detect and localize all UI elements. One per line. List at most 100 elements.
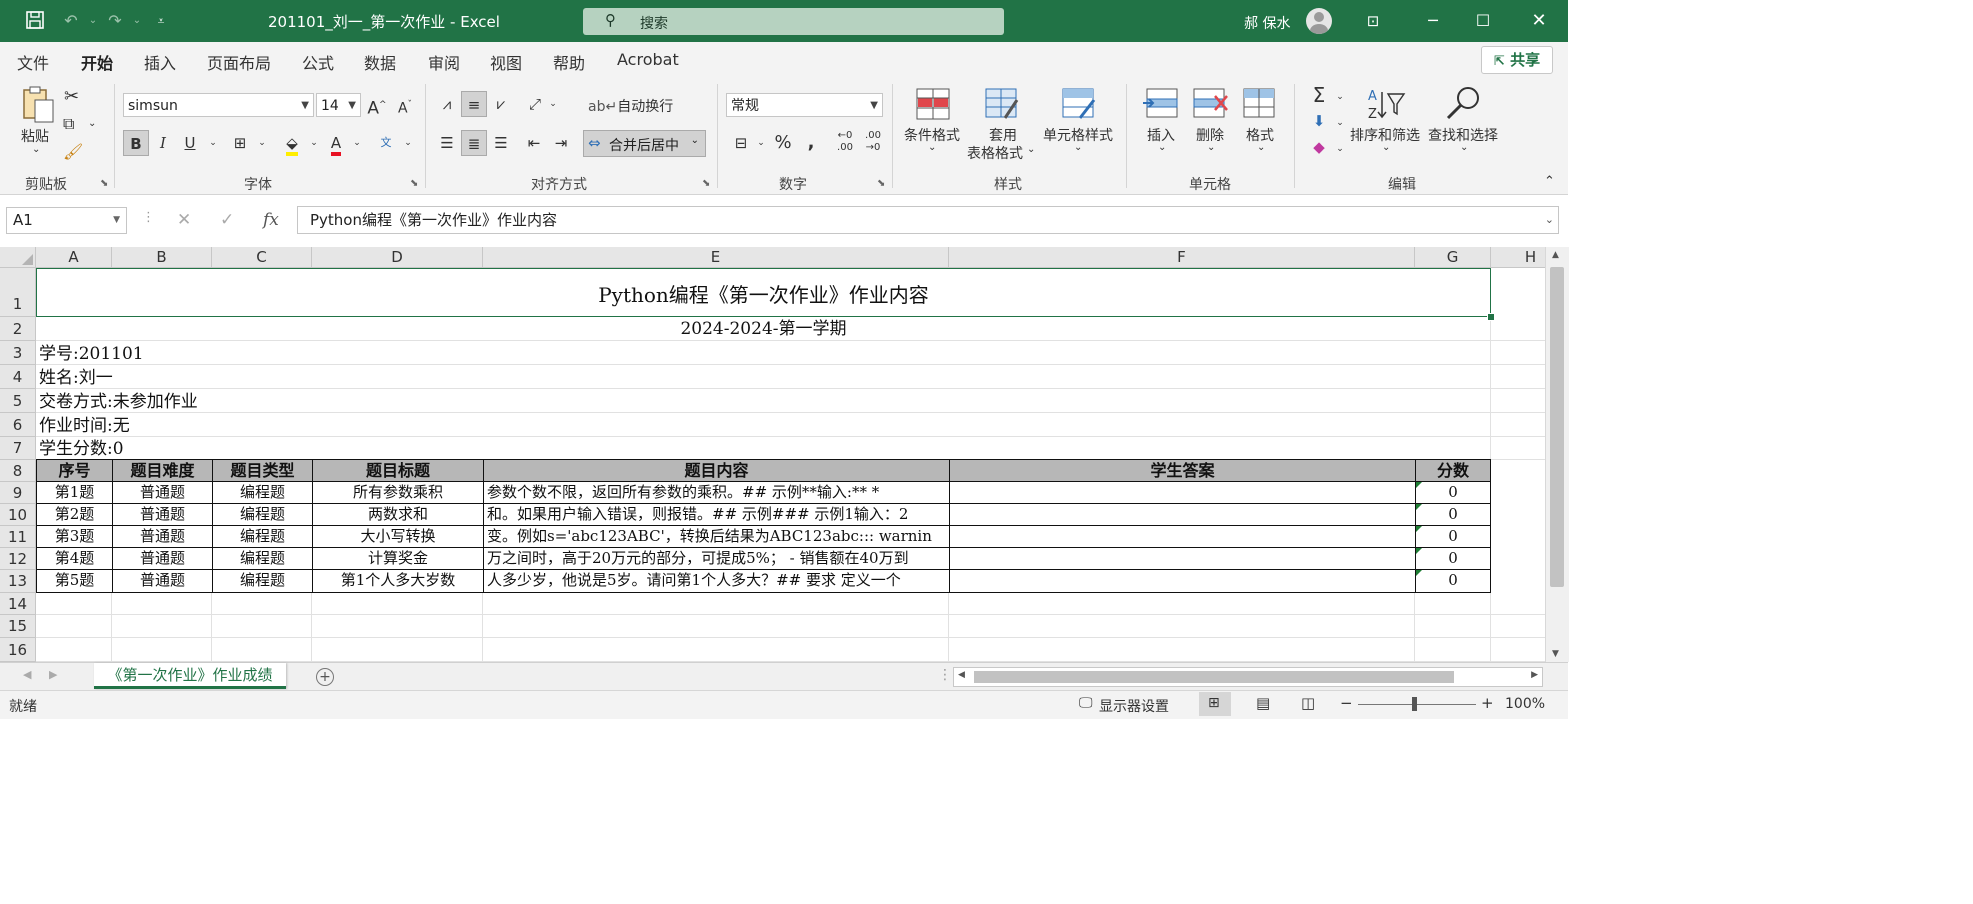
paste-dropdown-icon[interactable]: ⌄ <box>32 144 40 155</box>
homework-time-cell[interactable]: 作业时间:无 <box>39 413 130 437</box>
table-cell[interactable]: 普通题 <box>112 481 213 504</box>
zoom-slider[interactable] <box>1358 704 1476 705</box>
table-header-cell[interactable]: 题目内容 <box>483 459 950 482</box>
save-icon[interactable] <box>24 10 46 32</box>
next-sheet-icon[interactable]: ▶ <box>49 668 57 681</box>
table-header-cell[interactable]: 序号 <box>36 459 113 482</box>
cancel-icon[interactable]: ✕ <box>177 210 191 230</box>
score-cell[interactable]: 0 <box>1415 569 1491 593</box>
tab-insert[interactable]: 插入 <box>144 50 176 74</box>
table-cell[interactable] <box>949 569 1416 593</box>
bold-button[interactable]: B <box>123 130 149 156</box>
font-color-dropdown-icon[interactable]: ⌄ <box>344 130 370 156</box>
column-header-c[interactable]: C <box>212 247 312 268</box>
align-middle-icon[interactable]: ≡ <box>461 91 487 117</box>
prev-sheet-icon[interactable]: ◀ <box>23 668 31 681</box>
row-header-14[interactable]: 14 <box>0 593 36 615</box>
table-header-cell[interactable]: 分数 <box>1415 459 1491 482</box>
chevron-down-icon[interactable]: ⌄ <box>1382 142 1390 153</box>
score-cell[interactable]: 0 <box>1415 503 1491 526</box>
vertical-scroll-thumb[interactable] <box>1550 267 1564 587</box>
row-header-13[interactable]: 13 <box>0 570 36 593</box>
add-sheet-icon[interactable]: + <box>316 668 334 686</box>
table-cell[interactable]: 和。如果用户输入错误，则报错。## 示例### 示例1输入：2 <box>483 503 950 526</box>
table-cell[interactable]: 计算奖金 <box>312 547 484 570</box>
decrease-decimal-icon[interactable]: .00 →0 <box>860 130 886 156</box>
italic-button[interactable]: I <box>150 130 176 156</box>
student-id-cell[interactable]: 学号:201101 <box>39 341 144 365</box>
collapse-ribbon-icon[interactable]: ⌃ <box>1544 174 1555 189</box>
minimize-icon[interactable]: ─ <box>1418 8 1448 34</box>
row-header-15[interactable]: 15 <box>0 615 36 638</box>
horizontal-scroll-thumb[interactable] <box>974 671 1454 683</box>
format-painter-icon[interactable]: 🖌 <box>63 142 83 161</box>
alignment-launcher-icon[interactable]: ⬊ <box>702 178 710 189</box>
table-cell[interactable]: 所有参数乘积 <box>312 481 484 504</box>
table-cell[interactable]: 第1个人多大岁数 <box>312 569 484 593</box>
tab-splitter-icon[interactable]: ⋮ <box>938 667 952 683</box>
borders-dropdown-icon[interactable]: ⌄ <box>249 130 275 156</box>
sheet-title-cell[interactable]: Python编程《第一次作业》作业内容 <box>36 268 1491 317</box>
semester-cell[interactable]: 2024-2024-第一学期 <box>36 317 1491 341</box>
zoom-out-icon[interactable]: − <box>1340 694 1353 712</box>
underline-dropdown-icon[interactable]: ⌄ <box>200 130 226 156</box>
find-select-icon[interactable] <box>1444 84 1484 122</box>
table-cell[interactable]: 第3题 <box>36 525 113 548</box>
tab-review[interactable]: 审阅 <box>428 50 460 74</box>
decrease-indent-icon[interactable]: ⇤ <box>521 130 547 156</box>
column-header-a[interactable]: A <box>36 247 112 268</box>
clipboard-launcher-icon[interactable]: ⬊ <box>100 178 108 189</box>
score-cell[interactable]: 0 <box>1415 481 1491 504</box>
delete-cells-icon[interactable] <box>1193 88 1229 122</box>
table-header-cell[interactable]: 题目类型 <box>212 459 313 482</box>
table-cell[interactable]: 第2题 <box>36 503 113 526</box>
chevron-down-icon[interactable]: ⌄ <box>1074 142 1082 153</box>
student-score-cell[interactable]: 学生分数:0 <box>39 437 124 460</box>
zoom-slider-thumb[interactable] <box>1412 697 1417 711</box>
table-cell[interactable]: 普通题 <box>112 569 213 593</box>
vertical-scrollbar[interactable]: ▲ ▼ <box>1545 247 1569 662</box>
tab-home[interactable]: 开始 <box>81 50 114 82</box>
formula-input[interactable]: Python编程《第一次作业》作业内容 ⌄ <box>297 206 1559 234</box>
table-cell[interactable]: 普通题 <box>112 547 213 570</box>
tab-data[interactable]: 数据 <box>364 50 396 74</box>
conditional-formatting-icon[interactable] <box>915 88 951 122</box>
copy-icon[interactable]: ⧉ <box>63 114 74 134</box>
align-center-icon[interactable]: ≣ <box>461 130 487 156</box>
row-header-4[interactable]: 4 <box>0 365 36 389</box>
copy-dropdown-icon[interactable]: ⌄ <box>88 118 96 129</box>
font-size-dropdown[interactable]: 14 ▼ <box>316 93 361 117</box>
table-header-cell[interactable]: 学生答案 <box>949 459 1416 482</box>
align-top-icon[interactable]: ⩘ <box>434 91 460 117</box>
cut-icon[interactable]: ✂ <box>64 86 79 107</box>
table-cell[interactable]: 编程题 <box>212 547 313 570</box>
insert-cells-icon[interactable] <box>1143 88 1179 122</box>
search-box[interactable]: ⚲ 搜索 <box>583 8 1004 35</box>
row-header-1[interactable]: 1 <box>0 268 36 317</box>
table-cell[interactable]: 普通题 <box>112 525 213 548</box>
submission-method-cell[interactable]: 交卷方式:未参加作业 <box>39 389 198 413</box>
autosum-dropdown-icon[interactable]: ⌄ <box>1327 84 1353 110</box>
format-as-table-icon[interactable] <box>984 88 1020 122</box>
column-header-b[interactable]: B <box>112 247 212 268</box>
row-header-7[interactable]: 7 <box>0 437 36 460</box>
avatar[interactable] <box>1306 8 1332 34</box>
display-settings-label[interactable]: 显示器设置 <box>1099 696 1169 716</box>
score-cell[interactable]: 0 <box>1415 525 1491 548</box>
scroll-right-icon[interactable]: ▶ <box>1531 670 1538 680</box>
redo-icon[interactable]: ↷ <box>104 10 126 32</box>
tab-help[interactable]: 帮助 <box>553 50 585 74</box>
sheet-tab[interactable]: 《第一次作业》作业成绩 <box>94 663 286 689</box>
format-cells-icon[interactable] <box>1243 88 1279 122</box>
chevron-down-icon[interactable]: ⌄ <box>1257 142 1265 153</box>
wrap-text-button[interactable]: ab↵自动换行 <box>588 96 673 116</box>
row-header-2[interactable]: 2 <box>0 317 36 341</box>
ribbon-display-options-icon[interactable]: ⊡ <box>1358 8 1388 34</box>
row-header-11[interactable]: 11 <box>0 526 36 548</box>
merge-center-button[interactable]: ⇔ 合并后居中 ⌄ <box>583 130 706 157</box>
table-cell[interactable]: 万之间时，高于20万元的部分，可提成5%； - 销售额在40万到 <box>483 547 950 570</box>
zoom-level[interactable]: 100% <box>1505 696 1545 712</box>
undo-icon[interactable]: ↶ <box>60 10 82 32</box>
worksheet-grid[interactable]: A B C D E F G H 1 2 3 4 5 6 7 8 9 10 11 … <box>0 247 1545 662</box>
table-header-cell[interactable]: 题目难度 <box>112 459 213 482</box>
